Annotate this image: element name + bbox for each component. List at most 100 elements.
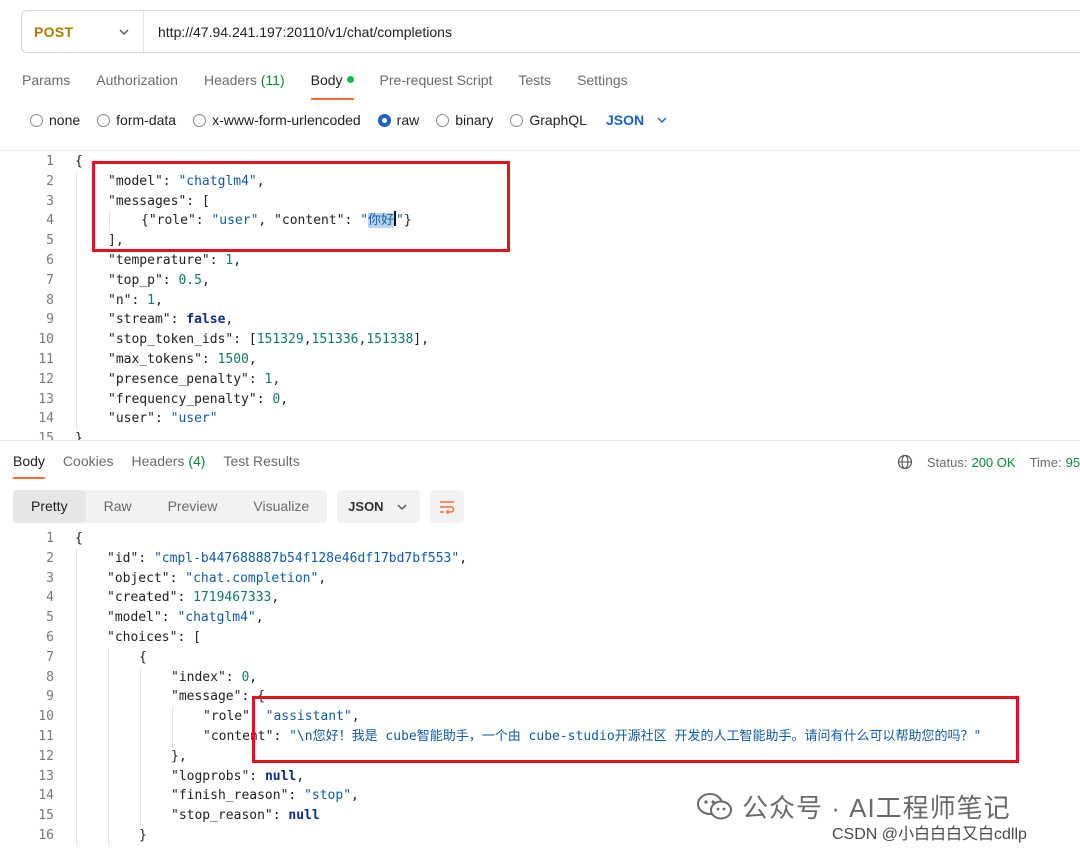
indent-guide [109,211,110,232]
tab-pre-request-script[interactable]: Pre-request Script [380,70,493,100]
line-number: 4 [46,213,54,229]
line-number: 16 [38,828,54,843]
indent-guide [140,667,141,826]
code-line: 9 "stream": false, [0,310,1080,330]
indent-guide [76,171,77,430]
tab-label: Tests [518,72,552,88]
code-line: 8 "index": 0, [0,668,1080,688]
request-tabs: Params Authorization Headers (11) Body P… [22,70,654,100]
radio-label: GraphQL [529,112,587,128]
response-view-bar: Pretty Raw Preview Visualize JSON [13,490,465,523]
radio-circle [193,113,207,127]
tab-label: Authorization [96,72,178,88]
code-text: "content": "\n您好！我是 cube智能助手，一个由 cube-st… [203,729,982,744]
tab-label: Headers [203,72,257,88]
radio-graphql[interactable]: GraphQL [510,112,587,128]
code-line: 1{ [0,530,1080,549]
code-line: 6 "choices": [ [0,628,1080,648]
tab-tests[interactable]: Tests [518,70,551,100]
line-number: 1 [46,531,54,546]
radio-raw[interactable]: raw [377,112,420,128]
tab-label: Test Results [223,453,300,469]
tab-test-results[interactable]: Test Results [223,453,299,479]
tab-label: Pre-request Script [379,72,493,88]
radio-label: raw [396,112,420,128]
view-raw[interactable]: Raw [86,490,150,523]
code-line: 14 "user": "user" [0,409,1080,429]
tab-params[interactable]: Params [22,70,70,100]
headers-count: (11) [260,72,285,88]
wrap-lines-button[interactable] [430,490,465,523]
line-number: 6 [46,253,54,268]
view-preview[interactable]: Preview [150,490,236,523]
radio-x-www-form-urlencoded[interactable]: x-www-form-urlencoded [193,112,361,128]
code-line: 15} [0,429,1080,440]
view-pretty[interactable]: Pretty [13,490,86,523]
code-text: "messages": [ [108,193,210,209]
code-line: 5 "model": "chatglm4", [0,608,1080,628]
tab-settings[interactable]: Settings [577,70,628,100]
request-body-editor[interactable]: 1{2 "model": "chatglm4", 3 "messages": [4 {"… [0,150,1080,440]
code-text: "choices": [ [107,630,201,645]
radio-form-data[interactable]: form-data [97,112,176,128]
radio-label: none [49,112,81,128]
line-number: 10 [38,332,54,348]
code-line: 2 "model": "chatglm4", [0,172,1080,192]
line-number: 13 [38,768,54,784]
line-number: 9 [46,312,54,328]
tab-label: Body [13,453,45,469]
line-number: 13 [38,391,54,407]
code-text: "user": "user" [108,411,218,427]
code-text: "id": "cmpl-b447688887b54f128e46df17bd7b… [107,550,468,566]
radio-circle [436,113,450,127]
code-text: "index": 0, [171,669,258,685]
view-visualize[interactable]: Visualize [235,490,327,523]
code-text: "presence_penalty": 1, [108,371,281,387]
body-indicator-dot [346,76,354,83]
code-line: 7{ [0,648,1080,668]
code-line: 13 "frequency_penalty": 0, [0,390,1080,410]
method-label: POST [34,23,74,40]
url-input[interactable]: http://47.94.241.197:20110/v1/chat/compl… [144,24,452,40]
radio-binary[interactable]: binary [436,112,493,128]
view-mode-segmented: Pretty Raw Preview Visualize [13,490,328,523]
code-text: "finish_reason": "stop", [171,788,359,804]
code-text: } [75,431,83,440]
tab-cookies[interactable]: Cookies [63,453,114,479]
line-number: 6 [46,630,54,645]
line-number: 5 [46,233,54,249]
method-selector[interactable]: POST [22,11,144,52]
pane-divider[interactable] [0,440,1080,441]
code-text: "stream": false, [108,312,234,328]
code-text: "object": "chat.completion", [107,570,327,586]
line-number: 12 [38,748,54,764]
tab-body[interactable]: Body [310,70,354,100]
wechat-icon [697,792,732,819]
response-format-dropdown[interactable]: JSON [337,490,421,523]
body-format-dropdown[interactable]: JSON [606,112,668,128]
code-text: "model": "chatglm4", [107,610,264,626]
code-line: 3 "messages": [ [0,192,1080,212]
code-line: 7 "top_p": 0.5, [0,271,1080,291]
code-line: 12 "presence_penalty": 1, [0,370,1080,390]
code-text: "model": "chatglm4", [108,173,265,189]
body-format-label: JSON [605,112,645,128]
code-text: "logprobs": null, [171,768,305,784]
line-number: 5 [46,610,54,626]
code-text: { [75,154,83,169]
tab-headers[interactable]: Headers (11) [204,70,285,100]
text-cursor [394,211,397,227]
tab-label: Cookies [62,453,114,469]
radio-none[interactable]: none [30,112,80,128]
code-line: 11 "max_tokens": 1500, [0,350,1080,370]
tab-authorization[interactable]: Authorization [96,70,178,100]
radio-circle [97,113,111,127]
line-number: 15 [38,431,54,440]
code-text: } [139,828,147,843]
wrap-lines-icon [440,500,455,514]
tab-response-body[interactable]: Body [13,453,45,479]
tab-response-headers[interactable]: Headers (4) [132,453,206,479]
code-line: 6 "temperature": 1, [0,251,1080,271]
tab-label: Body [310,72,343,88]
globe-icon[interactable] [897,454,913,470]
